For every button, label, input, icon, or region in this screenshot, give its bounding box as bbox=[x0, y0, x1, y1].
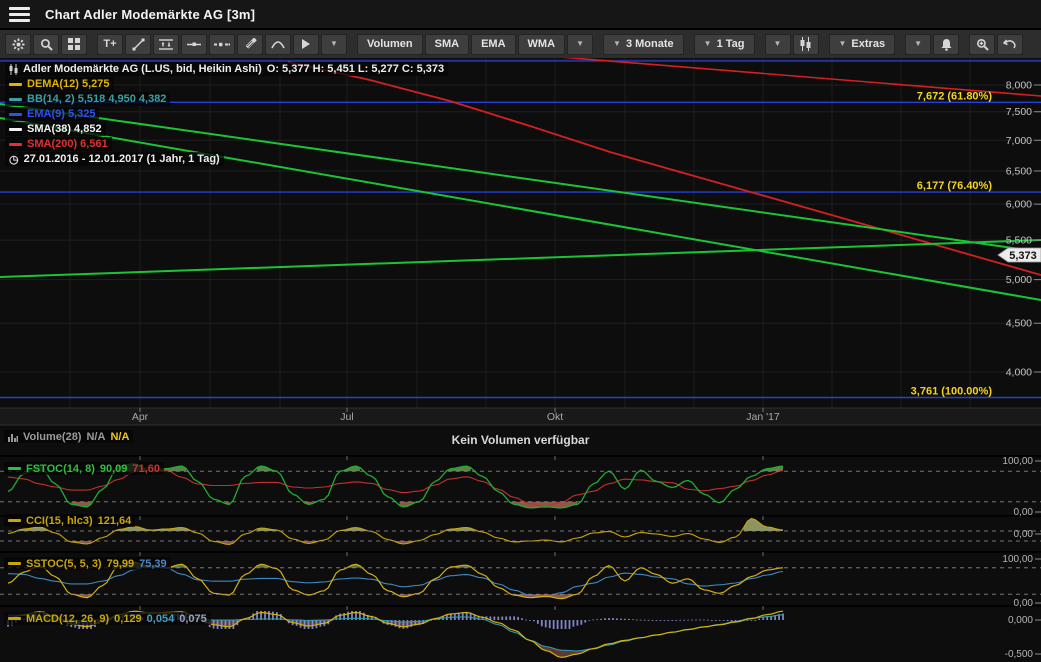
wma-button[interactable]: WMA bbox=[518, 34, 566, 55]
indicators-dropdown-icon[interactable]: ▼ bbox=[567, 34, 593, 55]
volumen-button[interactable]: Volumen bbox=[357, 34, 423, 55]
svg-text:8,000: 8,000 bbox=[1006, 80, 1032, 92]
svg-text:Jul: Jul bbox=[340, 411, 353, 423]
svg-text:6,177 (76.40%): 6,177 (76.40%) bbox=[917, 180, 993, 192]
sstoc-panel-label[interactable]: SSTOC(5, 5, 3)79,9975,39 bbox=[4, 557, 171, 570]
svg-text:0,00: 0,00 bbox=[1014, 529, 1034, 540]
window-title: Chart Adler Modemärkte AG [3m] bbox=[45, 7, 255, 22]
dema-marker bbox=[9, 83, 22, 86]
extras-dropdown[interactable]: ▼Extras bbox=[829, 34, 896, 55]
svg-text:7,672 (61.80%): 7,672 (61.80%) bbox=[917, 90, 993, 102]
timeframe-dropdown[interactable]: ▼3 Monate bbox=[603, 34, 684, 55]
fstoc-panel-label[interactable]: FSTOC(14, 8)90,0971,60 bbox=[4, 462, 164, 475]
svg-text:6,000: 6,000 bbox=[1006, 199, 1032, 211]
drawing-tools-dropdown-icon[interactable]: ▼ bbox=[321, 34, 347, 55]
candlestick-style-icon[interactable] bbox=[793, 34, 819, 55]
sstoc-marker bbox=[8, 562, 21, 565]
legend-row-sma200[interactable]: SMA(200) 6,561 bbox=[5, 137, 112, 151]
svg-text:-0,500: -0,500 bbox=[1005, 649, 1034, 660]
no-volume-message: Kein Volumen verfügbar bbox=[0, 433, 1041, 447]
ema-marker bbox=[9, 113, 22, 116]
svg-text:5,500: 5,500 bbox=[1006, 235, 1032, 247]
fstoc-marker bbox=[8, 467, 21, 470]
clock-icon: ◷ bbox=[9, 153, 19, 166]
svg-text:0,00: 0,00 bbox=[1014, 598, 1034, 609]
date-range: 27.01.2016 - 12.01.2017 (1 Jahr, 1 Tag) bbox=[24, 153, 220, 165]
sma38-marker bbox=[9, 128, 22, 131]
svg-text:3,761 (100.00%): 3,761 (100.00%) bbox=[911, 386, 993, 398]
cci-marker bbox=[8, 519, 21, 522]
series-icon bbox=[9, 64, 18, 75]
search-icon[interactable] bbox=[33, 34, 59, 55]
svg-text:7,500: 7,500 bbox=[1006, 106, 1032, 118]
svg-text:4,500: 4,500 bbox=[1006, 318, 1032, 330]
text-tool-icon[interactable]: T+ bbox=[97, 34, 123, 55]
chart-legend: Adler Modemärkte AG (L.US, bid, Heikin A… bbox=[5, 62, 448, 166]
layout-grid-icon[interactable] bbox=[61, 34, 87, 55]
svg-text:0,000: 0,000 bbox=[1008, 615, 1033, 626]
menu-icon[interactable] bbox=[9, 7, 30, 22]
arc-tool-icon[interactable] bbox=[265, 34, 291, 55]
interval-dropdown[interactable]: ▼1 Tag bbox=[694, 34, 755, 55]
extras-more-dropdown-icon[interactable]: ▼ bbox=[905, 34, 931, 55]
date-range-row: ◷ 27.01.2016 - 12.01.2017 (1 Jahr, 1 Tag) bbox=[5, 152, 224, 166]
legend-row-bb[interactable]: BB(14, 2) 5,518 4,950 4,382 bbox=[5, 92, 170, 106]
legend-row-ema[interactable]: EMA(9) 5,325 bbox=[5, 107, 99, 121]
sma200-marker bbox=[9, 143, 22, 146]
last-price-tag: 5,373 bbox=[998, 248, 1041, 262]
svg-text:6,500: 6,500 bbox=[1006, 165, 1032, 177]
svg-text:100,00: 100,00 bbox=[1002, 554, 1033, 565]
legend-row-sma38[interactable]: SMA(38) 4,852 bbox=[5, 122, 106, 136]
chart-style-dropdown-icon[interactable]: ▼ bbox=[765, 34, 791, 55]
macd-panel-label[interactable]: MACD(12, 26, 9)0,1290,0540,075 bbox=[4, 612, 211, 625]
bb-marker bbox=[9, 98, 22, 101]
dotted-line-tool-icon[interactable] bbox=[209, 34, 235, 55]
series-legend-row[interactable]: Adler Modemärkte AG (L.US, bid, Heikin A… bbox=[5, 62, 448, 76]
svg-text:100,00: 100,00 bbox=[1002, 456, 1033, 467]
svg-text:7,000: 7,000 bbox=[1006, 135, 1032, 147]
alert-bell-icon[interactable] bbox=[933, 34, 959, 55]
cci-panel-label[interactable]: CCI(15, hlc3)121,64 bbox=[4, 514, 135, 527]
svg-text:4,000: 4,000 bbox=[1006, 367, 1032, 379]
series-name: Adler Modemärkte AG (L.US, bid, Heikin A… bbox=[23, 63, 262, 75]
ema-button[interactable]: EMA bbox=[471, 34, 515, 55]
svg-text:Okt: Okt bbox=[547, 411, 563, 423]
macd-marker bbox=[8, 617, 21, 620]
ohlc-values: O: 5,377 H: 5,451 L: 5,277 C: 5,373 bbox=[267, 63, 444, 75]
zoom-in-icon[interactable] bbox=[969, 34, 995, 55]
forecast-tool-icon[interactable] bbox=[293, 34, 319, 55]
svg-text:0,00: 0,00 bbox=[1014, 507, 1034, 518]
volume-panel-label[interactable]: Volume(28)N/AN/A bbox=[4, 430, 133, 443]
undo-icon[interactable] bbox=[997, 34, 1023, 55]
trendline-tool-icon[interactable] bbox=[125, 34, 151, 55]
volume-icon bbox=[8, 432, 18, 442]
horizontal-line-tool-icon[interactable] bbox=[181, 34, 207, 55]
title-bar: Chart Adler Modemärkte AG [3m] bbox=[0, 0, 1041, 30]
brush-tool-icon[interactable] bbox=[237, 34, 263, 55]
chart-toolbar: T+ ▼ Volumen SMA EMA WMA ▼ ▼3 Monate ▼1 … bbox=[0, 30, 1041, 58]
svg-text:5,373: 5,373 bbox=[1009, 250, 1037, 262]
sma-button[interactable]: SMA bbox=[425, 34, 469, 55]
chart-application-window: { "titlebar": { "title": "Chart Adler Mo… bbox=[0, 0, 1041, 662]
svg-text:5,000: 5,000 bbox=[1006, 274, 1032, 286]
svg-text:Apr: Apr bbox=[132, 411, 149, 423]
fibonacci-tool-icon[interactable] bbox=[153, 34, 179, 55]
legend-row-dema[interactable]: DEMA(12) 5,275 bbox=[5, 77, 114, 91]
settings-icon[interactable] bbox=[5, 34, 31, 55]
svg-text:Jan '17: Jan '17 bbox=[746, 411, 780, 423]
